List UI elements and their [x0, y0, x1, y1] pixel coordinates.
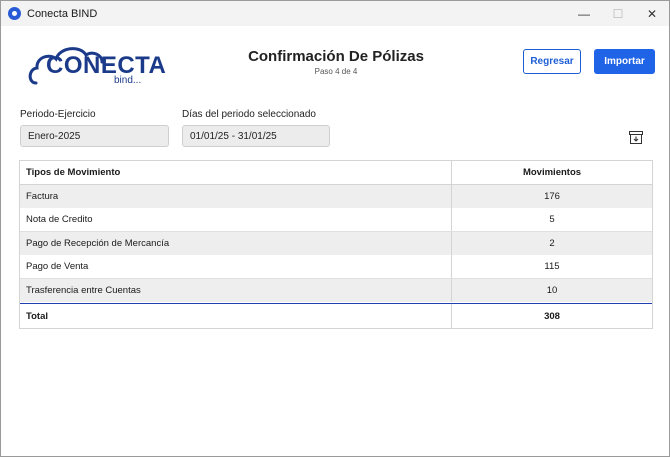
days-label: Días del periodo seleccionado: [182, 109, 316, 120]
window-controls: — ☐ ✕: [567, 1, 669, 26]
table-header: Tipos de Movimiento Movimientos: [20, 161, 652, 185]
title-bar: Conecta BIND — ☐ ✕: [1, 1, 669, 26]
minimize-button[interactable]: —: [567, 1, 601, 26]
table-row: Trasferencia entre Cuentas 10: [20, 278, 652, 302]
logo-subtext: bind...: [114, 75, 142, 86]
table-row: Pago de Venta 115: [20, 255, 652, 279]
app-icon: [8, 7, 21, 20]
row-type: Nota de Credito: [20, 208, 452, 231]
row-type: Factura: [20, 184, 452, 208]
row-count: 10: [546, 284, 558, 296]
row-count: 2: [549, 237, 555, 249]
table-row: Factura 176: [20, 184, 652, 208]
window-title: Conecta BIND: [27, 7, 98, 20]
row-count: 5: [549, 213, 555, 225]
row-type: Pago de Venta: [20, 255, 452, 278]
row-count: 115: [544, 260, 560, 272]
row-count: 176: [544, 190, 560, 202]
total-count: 308: [544, 311, 560, 322]
table-row: Pago de Recepción de Mercancía 2: [20, 231, 652, 255]
page-title: Confirmación De Pólizas: [248, 48, 424, 65]
import-button[interactable]: Importar: [594, 49, 655, 74]
row-type: Trasferencia entre Cuentas: [20, 278, 452, 302]
conecta-bind-logo: CONECTA bind...: [28, 39, 166, 89]
table-total-row: Total 308: [20, 303, 652, 329]
period-label: Periodo-Ejercicio: [20, 109, 96, 120]
export-icon[interactable]: [629, 131, 643, 144]
header-count: Movimientos: [522, 166, 582, 178]
table-row: Nota de Credito 5: [20, 208, 652, 232]
row-type: Pago de Recepción de Mercancía: [20, 231, 452, 255]
step-indicator: Paso 4 de 4: [314, 67, 358, 76]
header-type: Tipos de Movimiento: [20, 161, 452, 184]
back-button[interactable]: Regresar: [523, 49, 581, 74]
movements-table: Tipos de Movimiento Movimientos Factura …: [19, 160, 653, 329]
close-button[interactable]: ✕: [635, 1, 669, 26]
maximize-button[interactable]: ☐: [601, 1, 635, 26]
days-field[interactable]: 01/01/25 - 31/01/25: [182, 125, 330, 147]
logo-text: CONECTA: [46, 52, 167, 79]
app-window: Conecta BIND — ☐ ✕ CONECTA bind... Confi…: [0, 0, 670, 457]
total-label: Total: [20, 304, 452, 329]
period-field[interactable]: Enero-2025: [20, 125, 169, 147]
